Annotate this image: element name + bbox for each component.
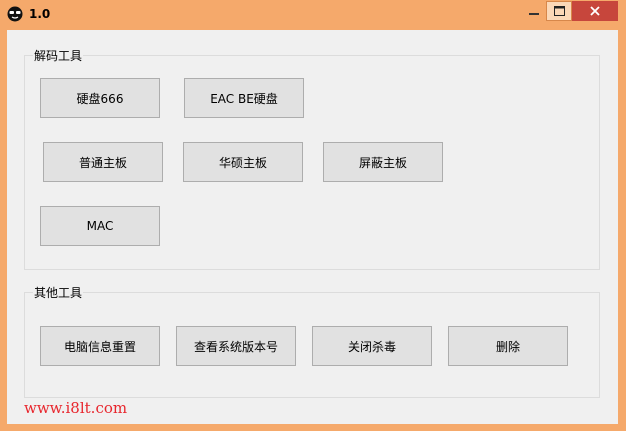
website-url: www.i8lt.com <box>24 399 128 417</box>
close-button[interactable] <box>572 1 618 21</box>
other-tools-group: 其他工具 电脑信息重置 查看系统版本号 关闭杀毒 删除 <box>24 284 600 398</box>
mac-button[interactable]: MAC <box>40 206 160 246</box>
disk-666-button[interactable]: 硬盘666 <box>40 78 160 118</box>
other-tools-label: 其他工具 <box>33 284 84 301</box>
minimize-icon <box>529 13 539 15</box>
shielded-motherboard-button[interactable]: 屏蔽主板 <box>323 142 443 182</box>
decode-tools-group: 解码工具 硬盘666 EAC BE硬盘 普通主板 华硕主板 屏蔽主板 MAC <box>24 47 600 270</box>
maximize-icon <box>553 6 565 16</box>
asus-motherboard-button[interactable]: 华硕主板 <box>183 142 303 182</box>
pc-info-reset-button[interactable]: 电脑信息重置 <box>40 326 160 366</box>
delete-button[interactable]: 删除 <box>448 326 568 366</box>
close-icon <box>590 6 600 16</box>
decode-tools-label: 解码工具 <box>33 47 84 64</box>
eac-be-disk-button[interactable]: EAC BE硬盘 <box>184 78 304 118</box>
maximize-button[interactable] <box>546 1 572 21</box>
app-window: 1.0 解码工具 硬盘666 EAC BE硬盘 普通主板 华硕主板 屏蔽主板 M… <box>0 0 626 431</box>
window-title: 1.0 <box>29 7 51 21</box>
minimize-button[interactable] <box>522 1 546 21</box>
sunglasses-face-icon <box>7 6 23 22</box>
standard-motherboard-button[interactable]: 普通主板 <box>43 142 163 182</box>
view-os-version-button[interactable]: 查看系统版本号 <box>176 326 296 366</box>
disable-antivirus-button[interactable]: 关闭杀毒 <box>312 326 432 366</box>
client-area: 解码工具 硬盘666 EAC BE硬盘 普通主板 华硕主板 屏蔽主板 MAC 其… <box>7 30 618 424</box>
title-bar[interactable]: 1.0 <box>0 0 626 30</box>
